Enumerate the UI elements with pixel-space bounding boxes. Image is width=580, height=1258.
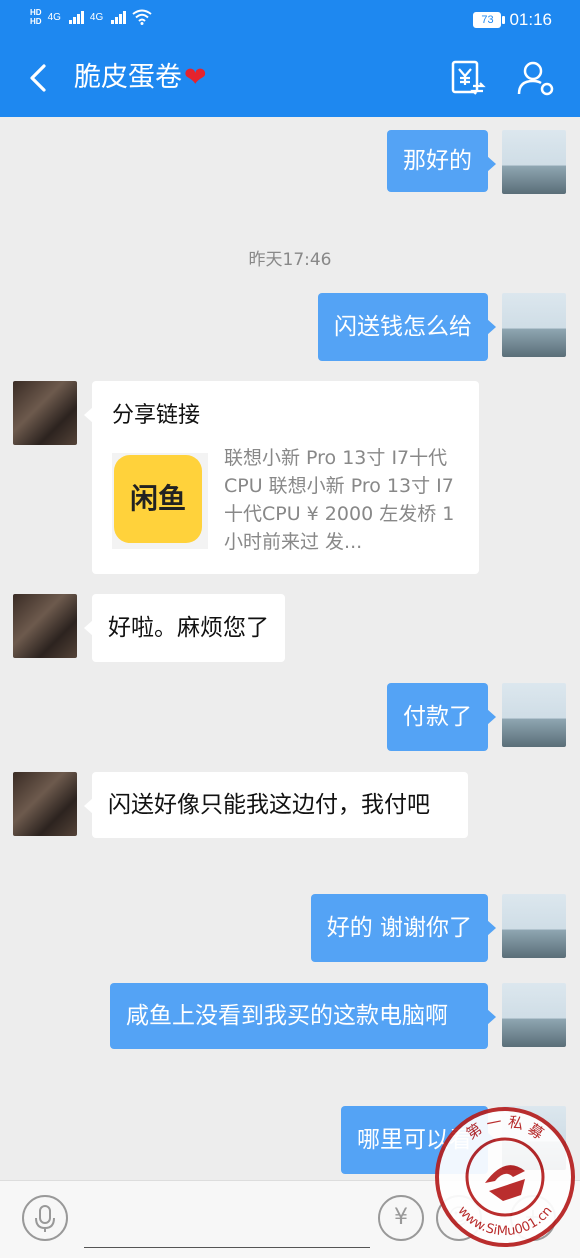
signal-icon: [68, 10, 84, 24]
watermark-seal: 第 一 私 募 www.SiMu001.cn: [435, 1107, 575, 1247]
contact-avatar[interactable]: [13, 381, 77, 445]
share-title: 分享链接: [112, 403, 201, 428]
user-settings-icon[interactable]: [516, 58, 556, 98]
contact-avatar[interactable]: [13, 594, 77, 658]
status-right: 73 01:16: [473, 10, 552, 30]
my-avatar[interactable]: [502, 293, 566, 357]
hd-icon: HD HD: [30, 8, 42, 26]
microphone-icon: [35, 1205, 55, 1232]
transfer-money-icon[interactable]: [447, 58, 487, 98]
red-packet-icon[interactable]: ¥: [378, 1195, 424, 1241]
share-description: 联想小新 Pro 13寸 I7十代CPU 联想小新 Pro 13寸 I7十代CP…: [224, 447, 455, 553]
my-avatar[interactable]: [502, 130, 566, 194]
message-bubble[interactable]: 咸鱼上没看到我买的这款电脑啊: [110, 983, 496, 1049]
message-bubble[interactable]: 好的 谢谢你了: [310, 894, 497, 962]
network-type-2: 4G: [89, 11, 104, 23]
message-bubble[interactable]: 付款了: [387, 683, 496, 751]
my-avatar[interactable]: [502, 983, 566, 1047]
network-type-1: 4G: [47, 11, 61, 23]
message-bubble[interactable]: 好啦。麻烦您了: [84, 594, 285, 662]
xianyu-logo: 闲鱼: [114, 455, 202, 543]
share-link-card[interactable]: 分享链接 闲鱼 联想小新 Pro 13寸 I7十代CPU 联想小新 Pro 13…: [84, 381, 479, 574]
status-bar: HD HD 4G 4G 73 01:16: [0, 0, 580, 40]
my-avatar[interactable]: [502, 894, 566, 958]
contact-avatar[interactable]: [13, 772, 77, 836]
voice-icon[interactable]: [22, 1195, 68, 1241]
heart-emoji: ❤: [184, 62, 207, 93]
message-bubble[interactable]: 那好的: [387, 130, 496, 192]
status-left: HD HD 4G 4G: [30, 8, 152, 26]
contact-name: 脆皮蛋卷: [74, 62, 182, 93]
message-input[interactable]: [84, 1193, 370, 1248]
signal-icon-2: [111, 10, 127, 24]
chat-area[interactable]: 那好的 昨天17:46 闪送钱怎么给 分享链接 闲鱼 联想小新 Pro 13寸 …: [0, 117, 580, 1180]
message-bubble[interactable]: 闪送钱怎么给: [318, 293, 496, 361]
message-bubble[interactable]: 闪送好像只能我这边付，我付吧: [84, 772, 468, 838]
my-avatar[interactable]: [502, 683, 566, 747]
battery-icon: 73: [473, 12, 506, 28]
wifi-icon: [132, 9, 152, 25]
title-bar: 脆皮蛋卷❤: [0, 40, 580, 117]
back-arrow-icon[interactable]: [24, 62, 56, 94]
chat-title: 脆皮蛋卷❤: [74, 60, 207, 96]
share-thumbnail: 闲鱼: [112, 453, 208, 549]
clock: 01:16: [509, 10, 552, 29]
timestamp: 昨天17:46: [248, 250, 332, 270]
